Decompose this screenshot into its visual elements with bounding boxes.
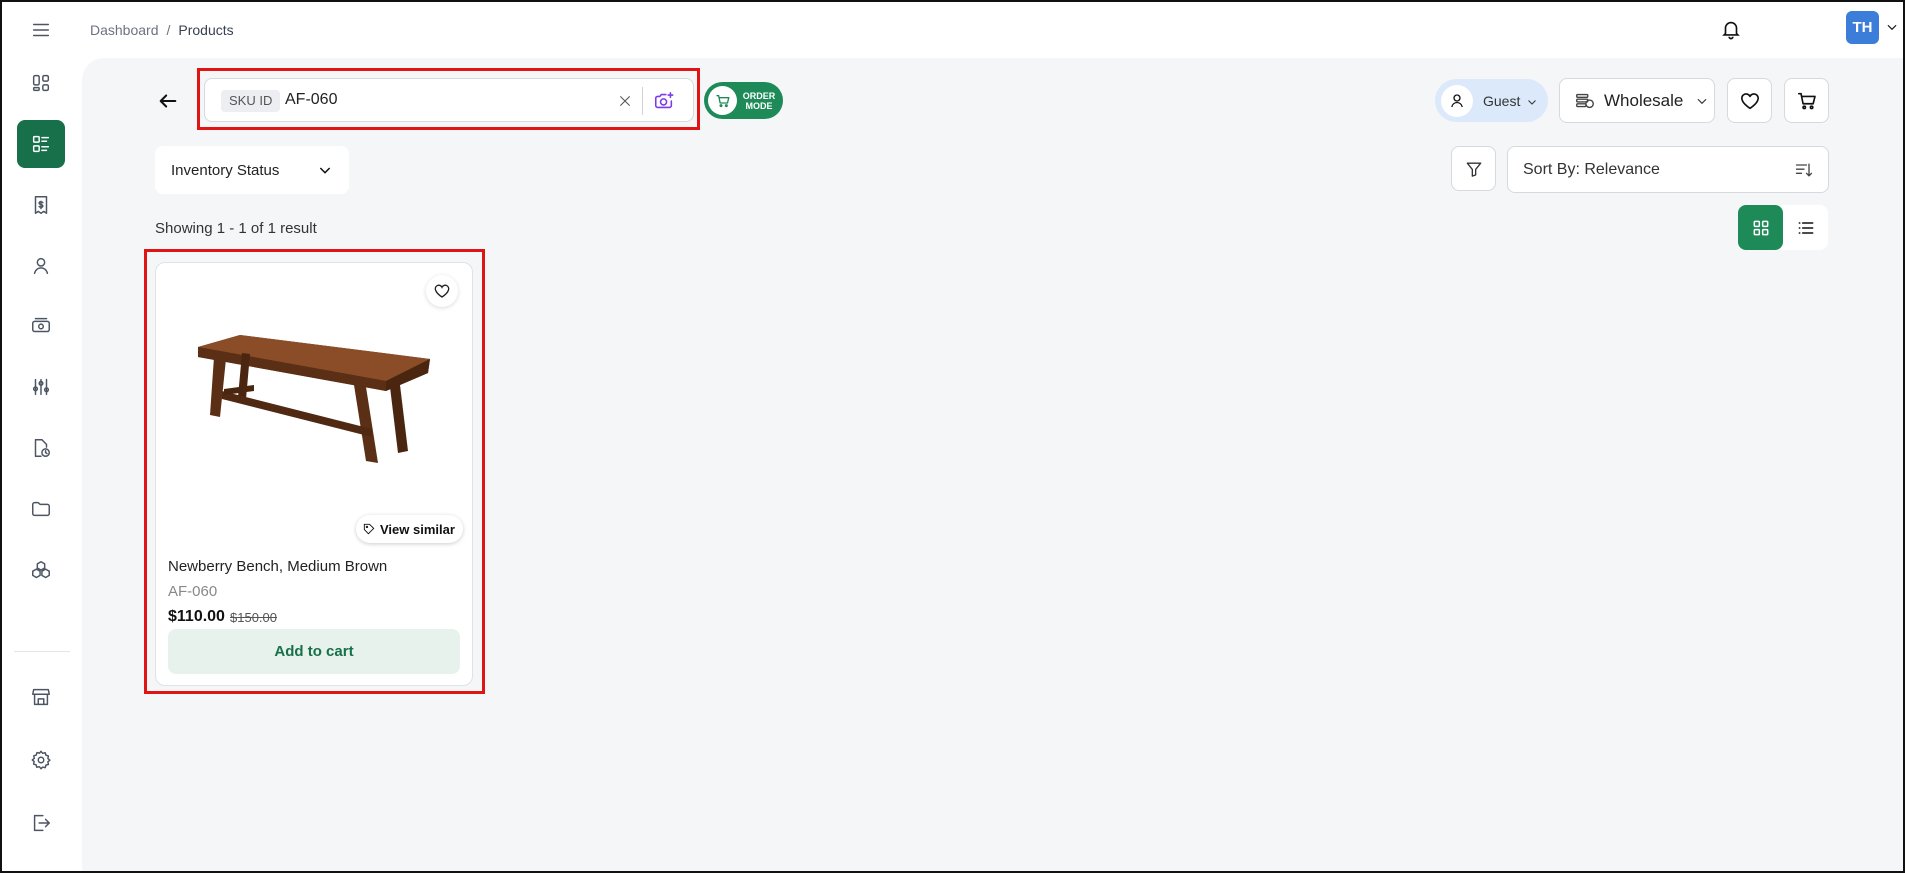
sidebar-item-adjustments[interactable] [17,363,65,411]
clear-search-button[interactable] [613,89,637,113]
sidebar-item-store[interactable] [17,673,65,721]
back-button[interactable] [153,86,183,116]
account-menu-toggle[interactable] [1885,20,1899,34]
customer-selector[interactable]: Guest [1435,79,1548,122]
sidebar-item-logout[interactable] [17,799,65,847]
cart-icon [1797,92,1816,109]
menu-button[interactable] [17,6,65,54]
top-bar: Dashboard / Products [82,0,1905,58]
sidebar-item-invoices[interactable] [17,181,65,229]
heart-icon [434,284,450,298]
user-icon [1451,93,1463,107]
store-icon [32,688,50,706]
sidebar [0,0,82,873]
product-card[interactable]: View similar Newberry Bench, Medium Brow… [155,262,473,686]
sidebar-item-dashboard[interactable] [17,59,65,107]
sidebar-divider [14,651,70,652]
cart-icon [715,94,729,107]
sidebar-item-payments[interactable] [17,302,65,350]
add-to-cart-button[interactable]: Add to cart [168,629,460,674]
sort-icon [1794,160,1816,182]
list-icon [1798,221,1813,234]
order-mode-line1: ORDER [742,90,776,101]
search-value[interactable]: AF-060 [285,91,337,109]
sidebar-item-reports[interactable] [17,424,65,472]
inventory-status-label: Inventory Status [171,161,280,179]
chevron-down-icon [1887,24,1897,31]
reports-icon [34,439,50,457]
sidebar-item-inventory[interactable] [17,546,65,594]
order-mode-toggle[interactable]: ORDER MODE [704,82,783,119]
list-view-button[interactable] [1783,205,1828,250]
search-type-chip[interactable]: SKU ID [221,90,281,112]
menu-icon [32,23,50,37]
product-sku: AF-060 [168,583,218,600]
chevron-down-icon [1526,95,1538,107]
sidebar-item-customers[interactable] [17,242,65,290]
cart-button[interactable] [1784,78,1829,123]
avatar[interactable]: TH [1846,11,1879,44]
settings-icon [31,750,51,770]
search-input[interactable]: SKU ID AF-060 [204,78,694,122]
payments-icon [32,317,50,333]
customer-label: Guest [1483,92,1521,109]
breadcrumb: Dashboard / Products [90,22,234,38]
image-search-button[interactable] [651,88,677,114]
dashboard-icon [32,74,50,92]
price-tier-icon [1576,93,1594,108]
view-similar-button[interactable]: View similar [356,515,463,543]
pricing-label: Wholesale [1604,90,1684,110]
close-icon [619,95,631,107]
wishlist-button[interactable] [1727,78,1772,123]
arrow-left-icon [159,94,177,108]
view-mode-toggle [1738,205,1828,250]
chevron-down-icon [1695,94,1709,108]
heart-icon [1740,92,1759,109]
user-icon [33,257,49,275]
inventory-status-dropdown[interactable]: Inventory Status [155,146,349,194]
tag-icon [363,523,375,535]
chevron-down-icon [317,162,333,178]
grid-view-button[interactable] [1738,205,1783,250]
bell-icon [1722,21,1740,40]
logout-icon [33,814,50,832]
product-name[interactable]: Newberry Bench, Medium Brown [168,558,387,575]
view-similar-label: View similar [380,521,455,537]
filter-icon [1466,162,1481,177]
user-icon-wrap [1441,84,1473,117]
result-count: Showing 1 - 1 of 1 result [155,220,317,237]
products-list-icon [32,135,50,153]
notifications-button[interactable] [1718,16,1744,42]
sidebar-item-products[interactable] [17,120,65,168]
product-price: $110.00 [168,608,225,625]
sidebar-item-settings[interactable] [17,736,65,784]
filter-button[interactable] [1451,146,1496,191]
product-original-price: $150.00 [230,610,277,625]
camera-search-icon [654,91,674,109]
breadcrumb-dashboard-link[interactable]: Dashboard [90,22,159,38]
product-image[interactable] [194,329,434,469]
search-divider [642,87,643,115]
folder-icon [32,501,50,517]
breadcrumb-current: Products [178,22,234,38]
order-mode-label: ORDER MODE [739,91,779,111]
inventory-icon [32,561,50,579]
grid-icon [1753,220,1768,235]
order-mode-knob [708,86,737,115]
pricing-selector[interactable]: Wholesale [1559,78,1715,123]
sort-dropdown[interactable]: Sort By: Relevance [1507,146,1829,193]
breadcrumb-separator: / [166,22,171,38]
invoice-icon [34,196,48,214]
favorite-button[interactable] [426,275,458,307]
sliders-icon [32,378,50,396]
order-mode-line2: MODE [745,100,773,111]
sort-label: Sort By: Relevance [1523,160,1660,178]
sidebar-item-files[interactable] [17,485,65,533]
